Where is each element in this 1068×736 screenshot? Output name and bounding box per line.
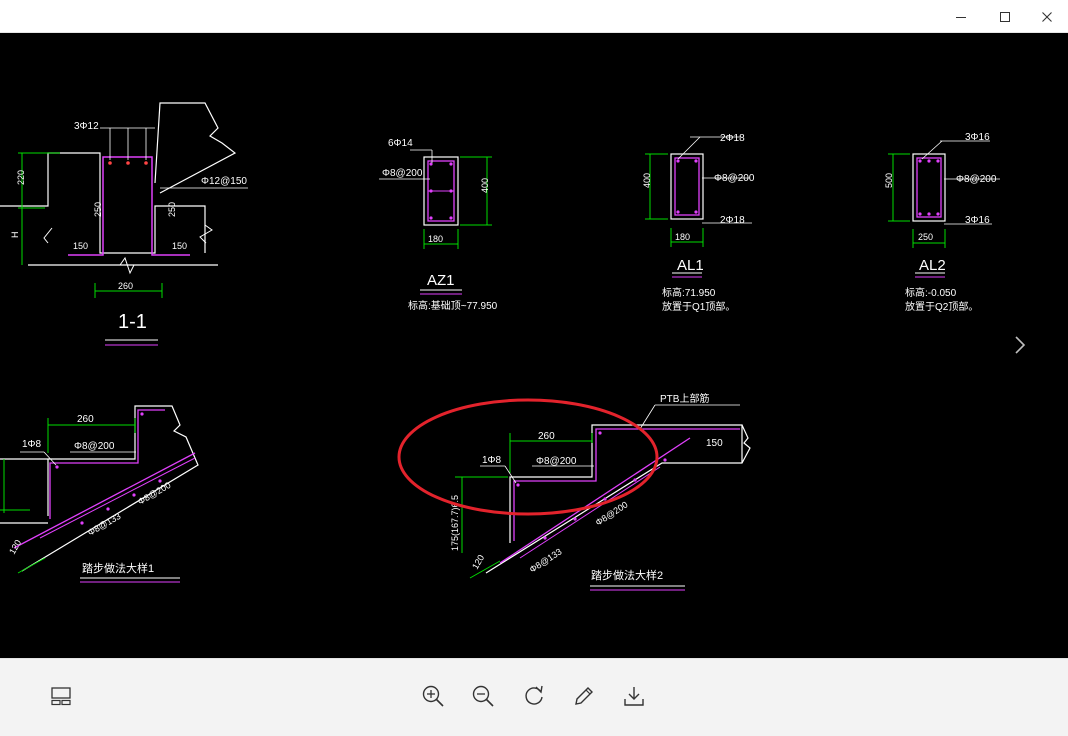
- stair-2-dim-260: 260: [538, 431, 555, 442]
- section-1-1-dim-250-left: 250: [93, 202, 103, 217]
- section-1-1-dim-150-left: 150: [73, 241, 88, 251]
- al1-rebar-top: 2Φ18: [720, 133, 745, 144]
- al1-note-1: 标高:71.950: [662, 286, 716, 299]
- highlight-ellipse: [397, 398, 659, 516]
- cad-drawing: 3Φ12 Φ12@150 220 H 250 250 150 150 260 1…: [0, 102, 1000, 591]
- al2-rebar-top: 3Φ16: [965, 132, 990, 143]
- stair-1-rebar-2: Φ8@200: [74, 441, 115, 452]
- zoom-in-button[interactable]: [416, 679, 450, 713]
- zoom-in-icon: [422, 685, 444, 707]
- stair-2-label-ptb: PTB上部筋: [660, 392, 709, 405]
- image-viewer-canvas[interactable]: 3Φ12 Φ12@150 220 H 250 250 150 150 260 1…: [0, 33, 1068, 658]
- edit-icon: [575, 687, 593, 705]
- section-1-1-dim-220: 220: [16, 170, 26, 185]
- stair-2-dim-150: 150: [706, 438, 723, 449]
- next-image-button[interactable]: [1006, 330, 1034, 360]
- az1-rebar-main: 6Φ14: [388, 138, 413, 149]
- thumbnails-button[interactable]: [44, 679, 78, 713]
- minimize-icon: [956, 16, 966, 18]
- stair-2-rebar-2: Φ8@200: [536, 456, 577, 467]
- zoom-out-button[interactable]: [466, 679, 500, 713]
- viewer-toolbar: [0, 658, 1068, 736]
- rotate-icon: [525, 685, 543, 705]
- stair-2-rebar-4: Φ8@133: [528, 546, 564, 574]
- al2-stirrup: Φ8@200: [956, 174, 997, 185]
- stair-1-rebar-1: 1Φ8: [22, 439, 42, 450]
- section-1-1-dim-150-right: 150: [172, 241, 187, 251]
- az1-dim-width: 180: [428, 234, 443, 244]
- minimize-button[interactable]: [938, 0, 984, 33]
- az1-note: 标高:基础顶~77.950: [408, 299, 498, 312]
- stair-1-dim-120: 120: [7, 538, 23, 556]
- section-1-1: 3Φ12 Φ12@150 220 H 250 250 150 150 260 1…: [0, 102, 248, 346]
- stair-2-title: 踏步做法大样2: [591, 568, 663, 582]
- stair-2-rebar-1: 1Φ8: [482, 455, 502, 466]
- al1-detail: 2Φ18 Φ8@200 2Φ18 400 180 AL1 标高:71.950 放…: [642, 133, 755, 313]
- section-1-1-rebar-top: 3Φ12: [74, 121, 99, 132]
- title-bar: [0, 0, 1068, 33]
- section-1-1-dim-250-right: 250: [167, 202, 177, 217]
- al2-dim-height: 500: [884, 173, 894, 188]
- download-button[interactable]: [617, 679, 651, 713]
- al1-title: AL1: [677, 257, 704, 274]
- stair-detail-2: PTB上部筋 260 150 1Φ8 Φ8@200 Φ8@200 Φ8@133 …: [450, 392, 751, 591]
- stair-2-dim-120: 120: [470, 553, 486, 571]
- stair-1-rebar-3: Φ8@200: [136, 480, 172, 507]
- az1-stirrup: Φ8@200: [382, 168, 423, 179]
- close-button[interactable]: [1024, 0, 1068, 33]
- al2-title: AL2: [919, 257, 946, 274]
- al1-dim-width: 180: [675, 232, 690, 242]
- stair-1-rebar-4: Φ8@133: [86, 511, 122, 538]
- thumbnails-icon: [51, 687, 71, 706]
- section-1-1-rebar-side: Φ12@150: [201, 176, 247, 187]
- download-icon: [624, 687, 644, 706]
- section-1-1-title: 1-1: [118, 311, 147, 333]
- al1-stirrup: Φ8@200: [714, 173, 755, 184]
- az1-title: AZ1: [427, 272, 455, 289]
- al2-note-2: 放置于Q2顶部。: [905, 300, 978, 313]
- section-1-1-dim-260: 260: [118, 281, 133, 291]
- zoom-out-icon: [472, 685, 494, 707]
- stair-detail-1: 260 1Φ8 Φ8@200 Φ8@200 Φ8@133 120 踏步做法大样1: [0, 405, 199, 583]
- az1-dim-height: 400: [480, 178, 490, 193]
- close-icon: [1042, 11, 1052, 22]
- al1-dim-height: 400: [642, 173, 652, 188]
- rotate-button[interactable]: [517, 679, 551, 713]
- al2-dim-width: 250: [918, 232, 933, 242]
- al2-detail: 3Φ16 Φ8@200 3Φ16 500 250 AL2 标高:-0.050 放…: [884, 132, 1000, 313]
- al1-note-2: 放置于Q1顶部。: [662, 300, 735, 313]
- al2-rebar-bottom: 3Φ16: [965, 215, 990, 226]
- al1-rebar-bottom: 2Φ18: [720, 215, 745, 226]
- maximize-icon: [1000, 11, 1010, 22]
- al2-note-1: 标高:-0.050: [905, 286, 957, 299]
- az1-detail: 6Φ14 Φ8@200 400 180 AZ1 标高:基础顶~77.950: [379, 138, 498, 312]
- stair-1-dim-260: 260: [77, 414, 94, 425]
- section-1-1-dim-h: H: [10, 232, 20, 239]
- edit-button[interactable]: [567, 679, 601, 713]
- stair-1-title: 踏步做法大样1: [82, 561, 154, 575]
- maximize-button[interactable]: [982, 0, 1028, 33]
- chevron-right-icon: [1015, 336, 1026, 354]
